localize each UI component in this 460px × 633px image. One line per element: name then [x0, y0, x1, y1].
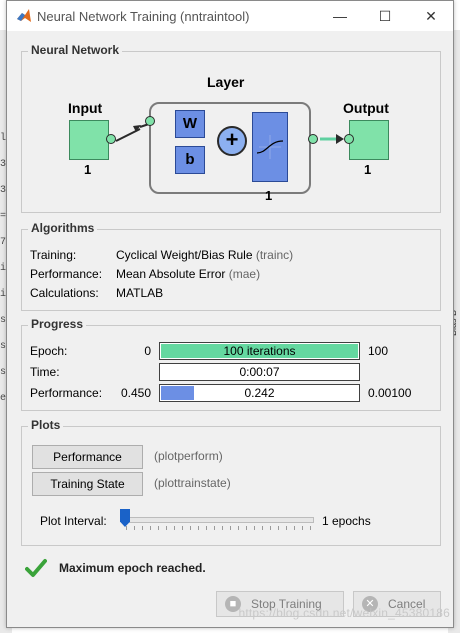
plot-interval-value: 1 epochs	[322, 514, 371, 528]
matlab-icon	[17, 9, 31, 22]
input-port-dot	[106, 134, 116, 144]
performance-plot-fn: (plotperform)	[154, 449, 223, 463]
output-node	[349, 120, 389, 160]
input-label: Input	[68, 100, 103, 116]
time-label: Time:	[30, 365, 60, 379]
transfer-function-block	[252, 112, 288, 182]
output-port-dot	[344, 134, 354, 144]
nntraintool-window: Neural Network Training (nntraintool) — …	[6, 0, 454, 628]
performance-progress-text: 0.242	[244, 386, 275, 400]
layer-block: W b +	[145, 102, 311, 194]
performance-min: 0.450	[120, 386, 151, 400]
epoch-progress-bar: 100 iterations	[159, 342, 360, 360]
output-label: Output	[343, 100, 389, 116]
progress-panel: Progress Epoch: 0 100 iterations 100 Tim…	[21, 317, 441, 411]
layer-output-dot	[308, 134, 318, 144]
algorithm-value-training: Cyclical Weight/Bias Rule (trainc)	[116, 248, 294, 262]
plot-interval-slider-thumb[interactable]	[120, 509, 130, 527]
neural-network-panel: Neural Network Input 1 Layer W b + 1 Out…	[21, 43, 441, 213]
epoch-min: 0	[144, 344, 151, 358]
algorithm-value-calculations: MATLAB	[116, 286, 164, 300]
input-node	[69, 120, 109, 160]
performance-progress-bar: 0.242	[159, 384, 360, 402]
performance-plot-button[interactable]: Performance	[32, 445, 143, 469]
performance-max: 0.00100	[368, 386, 412, 400]
algorithm-label-performance: Performance:	[30, 267, 103, 281]
window-title: Neural Network Training (nntraintool)	[37, 9, 250, 24]
algorithms-panel: Algorithms Training: Cyclical Weight/Bia…	[21, 221, 441, 311]
title-bar[interactable]: Neural Network Training (nntraintool) — …	[7, 1, 453, 31]
algorithm-label-calculations: Calculations:	[30, 286, 99, 300]
epoch-progress-text: 100 iterations	[223, 344, 296, 358]
sum-junction: +	[217, 126, 247, 156]
time-value: 0:00:07	[239, 365, 280, 379]
minimize-icon[interactable]: —	[330, 7, 350, 25]
performance-label: Performance:	[30, 386, 103, 400]
close-icon[interactable]: ✕	[421, 7, 441, 25]
check-icon	[25, 559, 47, 577]
training-state-plot-button[interactable]: Training State	[32, 472, 143, 496]
epoch-max: 100	[368, 344, 389, 358]
plot-interval-label: Plot Interval:	[40, 514, 107, 528]
panel-title-progress: Progress	[28, 317, 87, 331]
status-message: Maximum epoch reached.	[59, 561, 206, 575]
layer-size: 1	[265, 188, 273, 203]
time-field: 0:00:07	[159, 363, 360, 381]
algorithm-value-performance: Mean Absolute Error (mae)	[116, 267, 261, 281]
transfer-curve-icon	[256, 135, 284, 159]
epoch-label: Epoch:	[30, 344, 68, 358]
weight-block: W	[175, 110, 205, 138]
panel-title-plots: Plots	[28, 418, 64, 432]
maximize-icon[interactable]: ☐	[375, 7, 395, 25]
watermark: https://blog.csdn.net/weixin_45380186	[238, 606, 450, 620]
algorithm-fn-performance: (mae)	[228, 267, 261, 281]
layer-input-dot	[145, 116, 155, 126]
algorithm-fn-training: (trainc)	[255, 248, 294, 262]
algorithm-label-training: Training:	[30, 248, 77, 262]
plot-interval-slider-track[interactable]	[126, 517, 314, 523]
bias-block: b	[175, 146, 205, 174]
training-state-plot-fn: (plottrainstate)	[154, 476, 231, 490]
plot-interval-slider-ticks	[126, 526, 312, 530]
plots-panel: Plots Performance (plotperform) Training…	[21, 418, 441, 546]
layer-label: Layer	[207, 74, 245, 90]
input-size: 1	[84, 162, 92, 177]
panel-title-algorithms: Algorithms	[28, 221, 98, 235]
output-size: 1	[364, 162, 372, 177]
